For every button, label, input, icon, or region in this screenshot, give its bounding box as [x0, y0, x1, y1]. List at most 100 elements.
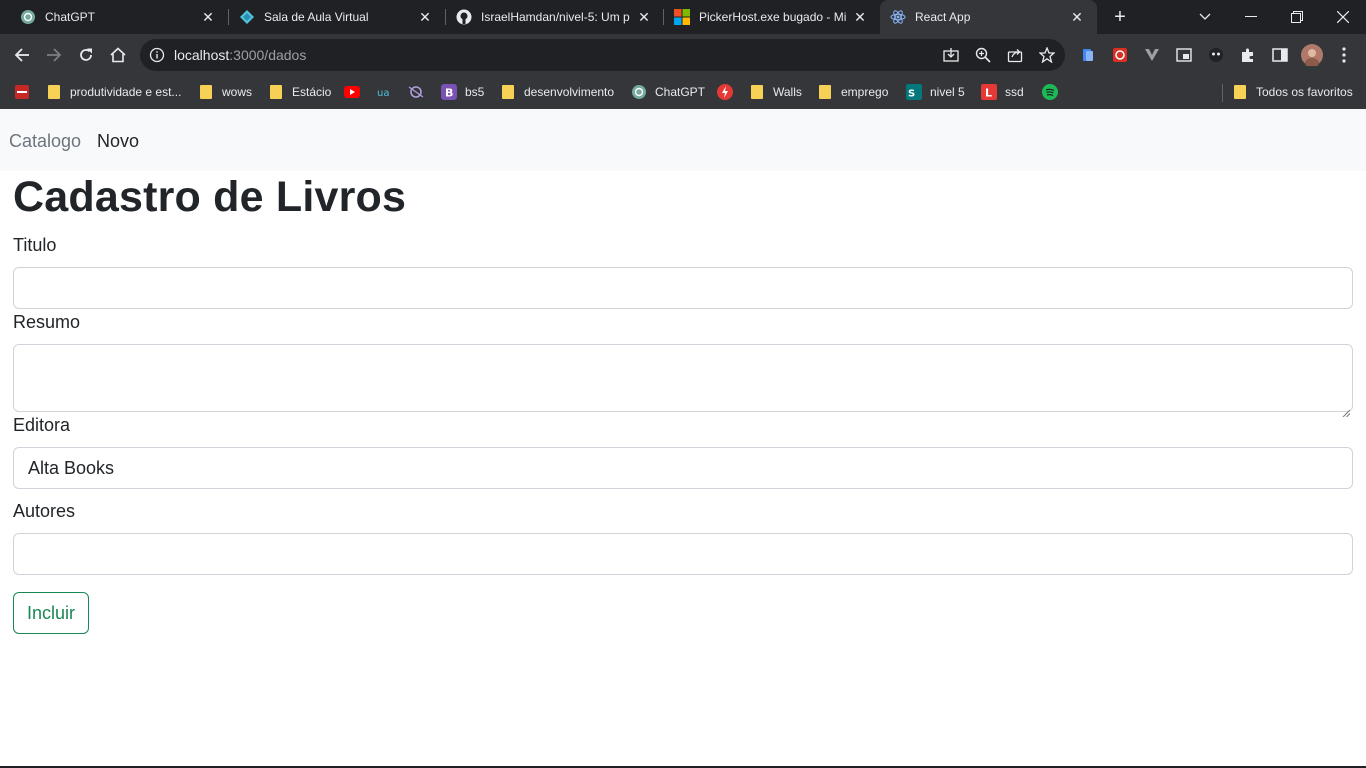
close-tab-icon[interactable]: ✕ — [200, 9, 216, 25]
tab-sala-de-aula[interactable]: Sala de Aula Virtual ✕ — [219, 0, 445, 34]
svg-text:B: B — [445, 87, 453, 100]
profile-avatar[interactable] — [1299, 42, 1325, 68]
red-app-icon — [14, 84, 30, 100]
bookmark-label: nivel 5 — [930, 85, 965, 99]
zoom-icon[interactable] — [974, 46, 992, 64]
tab-title: Sala de Aula Virtual — [264, 10, 369, 24]
close-tab-icon[interactable]: ✕ — [417, 9, 433, 25]
tab-title: React App — [915, 10, 971, 24]
folder-icon — [500, 84, 516, 100]
tab-chatgpt[interactable]: ChatGPT ✕ — [0, 0, 228, 34]
home-icon[interactable] — [105, 42, 131, 68]
autores-input[interactable] — [13, 533, 1353, 575]
install-app-icon[interactable] — [942, 46, 960, 64]
svg-text:L: L — [985, 87, 992, 100]
bolt-icon — [717, 84, 733, 100]
extensions-puzzle-icon[interactable] — [1235, 42, 1261, 68]
url-text: localhost:3000/dados — [174, 47, 306, 63]
extension-red-icon[interactable] — [1107, 42, 1133, 68]
bookmark-label: Walls — [773, 85, 802, 99]
l-icon: L — [981, 84, 997, 100]
nav-link-novo[interactable]: Novo — [97, 131, 139, 152]
incluir-button[interactable]: Incluir — [13, 592, 89, 634]
new-tab-icon[interactable]: + — [1109, 6, 1131, 28]
bookmark-label: ssd — [1005, 85, 1024, 99]
folder-icon — [1232, 84, 1248, 100]
bookmark-produtividade[interactable]: produtividade e est... — [46, 83, 181, 101]
bookmark-spotify[interactable] — [1042, 83, 1066, 101]
bookmark-star-icon[interactable] — [1038, 46, 1056, 64]
bookmark-estacio[interactable]: Estácio — [268, 83, 331, 101]
reload-icon[interactable] — [73, 42, 99, 68]
bookmark-ua[interactable]: ua — [376, 83, 400, 101]
bookmark-walls[interactable]: Walls — [749, 83, 802, 101]
folder-icon — [198, 84, 214, 100]
bookmark-label: produtividade e est... — [70, 85, 182, 99]
bookmarks-separator — [1222, 84, 1223, 102]
nav-link-catalogo[interactable]: Catalogo — [9, 131, 81, 152]
bookmark-label: ChatGPT — [655, 85, 706, 99]
close-tab-icon[interactable]: ✕ — [636, 9, 652, 25]
resumo-textarea[interactable] — [13, 344, 1353, 418]
titulo-input[interactable] — [13, 267, 1353, 309]
resize-grip-icon[interactable] — [1342, 401, 1351, 418]
close-tab-icon[interactable]: ✕ — [852, 9, 868, 25]
bookmark-label: Todos os favoritos — [1256, 85, 1353, 99]
tab-search-icon[interactable] — [1182, 0, 1228, 34]
tab-react-app[interactable]: React App ✕ — [880, 0, 1097, 34]
github-icon — [456, 9, 472, 25]
menu-kebab-icon[interactable] — [1331, 42, 1357, 68]
bookmark-label: emprego — [841, 85, 889, 99]
bookmark-wows[interactable]: wows — [198, 83, 252, 101]
tab-title: PickerHost.exe bugado - Mi — [699, 10, 846, 24]
chatgpt-icon — [20, 9, 36, 25]
microsoft-icon — [674, 9, 690, 25]
bookmark-label: desenvolvimento — [524, 85, 615, 99]
extension-dark-icon[interactable] — [1203, 42, 1229, 68]
bookmark-youtube[interactable] — [344, 83, 368, 101]
bookmark-label: Estácio — [292, 85, 332, 99]
diamond-icon — [239, 9, 255, 25]
ua-icon: ua — [376, 84, 392, 100]
ai-icon — [408, 84, 424, 100]
close-window-icon[interactable] — [1320, 0, 1366, 34]
bookmark-red-app[interactable] — [14, 83, 38, 101]
bookmark-emprego[interactable]: emprego — [817, 83, 888, 101]
restore-icon[interactable] — [1274, 0, 1320, 34]
site-info-icon[interactable] — [149, 47, 165, 63]
bookmark-ai[interactable] — [408, 83, 432, 101]
extension-v-icon[interactable] — [1139, 42, 1165, 68]
bookmark-bolt[interactable] — [717, 83, 741, 101]
tab-microsoft[interactable]: PickerHost.exe bugado - Mi ✕ — [654, 0, 880, 34]
close-tab-icon[interactable]: ✕ — [1069, 9, 1085, 25]
folder-icon — [749, 84, 765, 100]
bookmarks-bar: produtividade e est... wows Estácio ua B… — [0, 76, 1366, 109]
editora-label: Editora — [13, 415, 71, 435]
bootstrap-icon: B — [441, 84, 457, 100]
side-panel-icon[interactable] — [1267, 42, 1293, 68]
bookmark-desenvolvimento[interactable]: desenvolvimento — [500, 83, 614, 101]
bookmark-bs5[interactable]: B bs5 — [441, 83, 484, 101]
editora-select[interactable]: Alta Books — [13, 447, 1353, 489]
sharepoint-icon: S — [906, 84, 922, 100]
extension-copy-icon[interactable] — [1075, 42, 1101, 68]
share-icon[interactable] — [1006, 46, 1024, 64]
picture-in-picture-icon[interactable] — [1171, 42, 1197, 68]
forward-arrow-icon[interactable] — [41, 42, 67, 68]
autores-label: Autores — [13, 501, 76, 521]
url-host: localhost — [174, 47, 230, 63]
spotify-icon — [1042, 84, 1058, 100]
app-navbar: Catalogo Novo — [0, 109, 1366, 171]
bookmark-ssd[interactable]: L ssd — [981, 83, 1024, 101]
bookmark-nivel5[interactable]: S nivel 5 — [906, 83, 965, 101]
tab-title: IsraelHamdan/nivel-5: Um p — [481, 10, 630, 24]
address-bar[interactable]: localhost:3000/dados — [140, 39, 1065, 71]
youtube-icon — [344, 84, 360, 100]
resumo-label: Resumo — [13, 312, 81, 332]
tab-github[interactable]: IsraelHamdan/nivel-5: Um p ✕ — [436, 0, 664, 34]
bookmark-chatgpt[interactable]: ChatGPT — [631, 83, 705, 101]
bookmark-label: wows — [222, 85, 253, 99]
bookmark-all-favorites[interactable]: Todos os favoritos — [1232, 83, 1353, 101]
back-arrow-icon[interactable] — [9, 42, 35, 68]
minimize-icon[interactable] — [1228, 0, 1274, 34]
